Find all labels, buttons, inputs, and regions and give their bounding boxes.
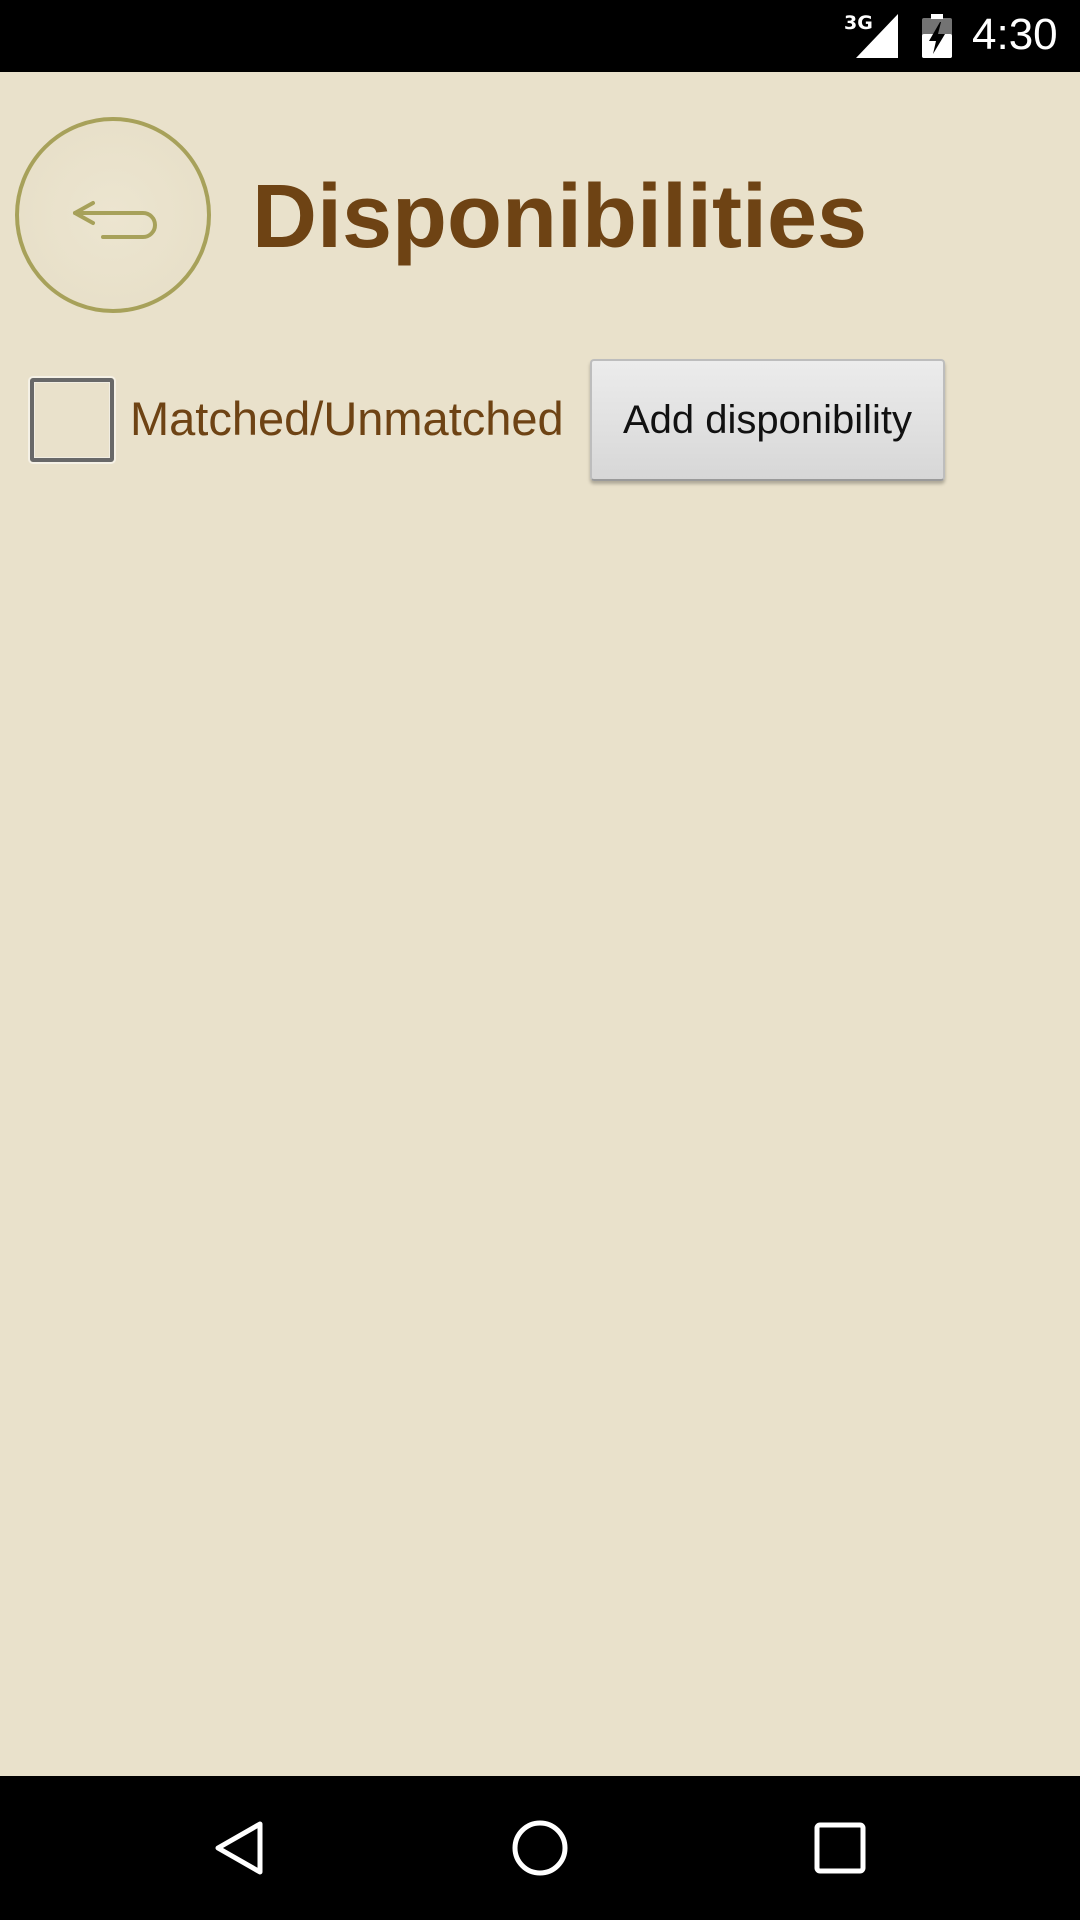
status-bar: 3G 4:30 [0,0,1080,72]
matched-unmatched-label[interactable]: Matched/Unmatched [130,384,564,454]
status-time: 4:30 [972,10,1058,59]
network-type: 3G [844,12,873,34]
nav-recents-icon[interactable] [810,1818,870,1878]
page-title: Disponibilities [252,167,868,267]
navigation-bar [0,1776,1080,1920]
app-content: Disponibilities Matched/Unmatched Add di… [0,72,1080,1776]
nav-home-icon[interactable] [510,1818,570,1878]
matched-unmatched-checkbox[interactable] [30,378,114,462]
battery-charging-icon [922,14,952,58]
back-button[interactable] [15,117,211,313]
add-disponibility-button[interactable]: Add disponibility [590,359,945,481]
nav-back-icon[interactable] [210,1818,270,1878]
return-arrow-icon [73,201,157,239]
